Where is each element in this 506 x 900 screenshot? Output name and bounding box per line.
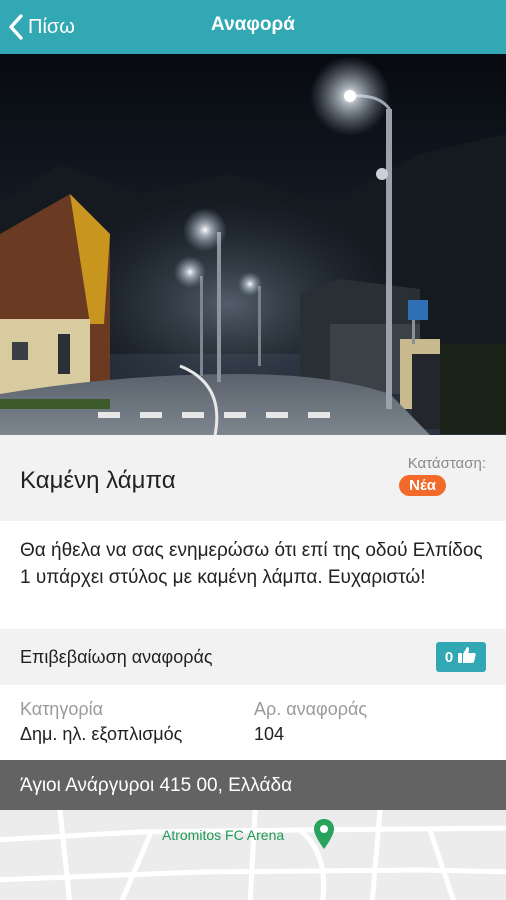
page-title: Αναφορά [211,14,295,35]
report-photo [0,54,506,435]
address-bar: Άγιοι Ανάργυροι 415 00, Ελλάδα [0,760,506,810]
category-value: Δημ. ηλ. εξοπλισμός [20,724,183,744]
top-bar: Πίσω Αναφορά [0,0,506,54]
report-number-label: Αρ. αναφοράς [254,699,368,719]
report-header: Καμένη λάμπα Κατάσταση: Νέα [0,435,506,521]
thumbs-up-icon [457,646,477,669]
category-column: Κατηγορία Δημ. ηλ. εξοπλισμός [20,699,182,745]
status-badge: Νέα [399,475,446,496]
location-map[interactable]: Atromitos FC Arena [0,810,506,900]
report-description: Θα ήθελα να σας ενημερώσω ότι επί της οδ… [20,540,483,588]
report-details: Κατηγορία Δημ. ηλ. εξοπλισμός Αρ. αναφορ… [0,685,506,760]
report-number-column: Αρ. αναφοράς 104 [254,699,367,745]
map-streets [0,810,506,900]
report-title: Καμένη λάμπα [20,467,176,494]
map-place-label: Atromitos FC Arena [162,827,285,843]
map-pin-icon [313,818,335,855]
category-label: Κατηγορία [20,699,103,719]
confirm-count: 0 [444,648,454,666]
confirm-report-row: Επιβεβαίωση αναφοράς 0 [0,629,506,685]
confirm-report-button[interactable]: 0 [436,642,486,672]
confirm-report-label: Επιβεβαίωση αναφοράς [20,647,213,667]
address-text: Άγιοι Ανάργυροι 415 00, Ελλάδα [20,775,293,796]
status-label: Κατάσταση: [407,455,486,472]
report-number-value: 104 [254,724,285,744]
